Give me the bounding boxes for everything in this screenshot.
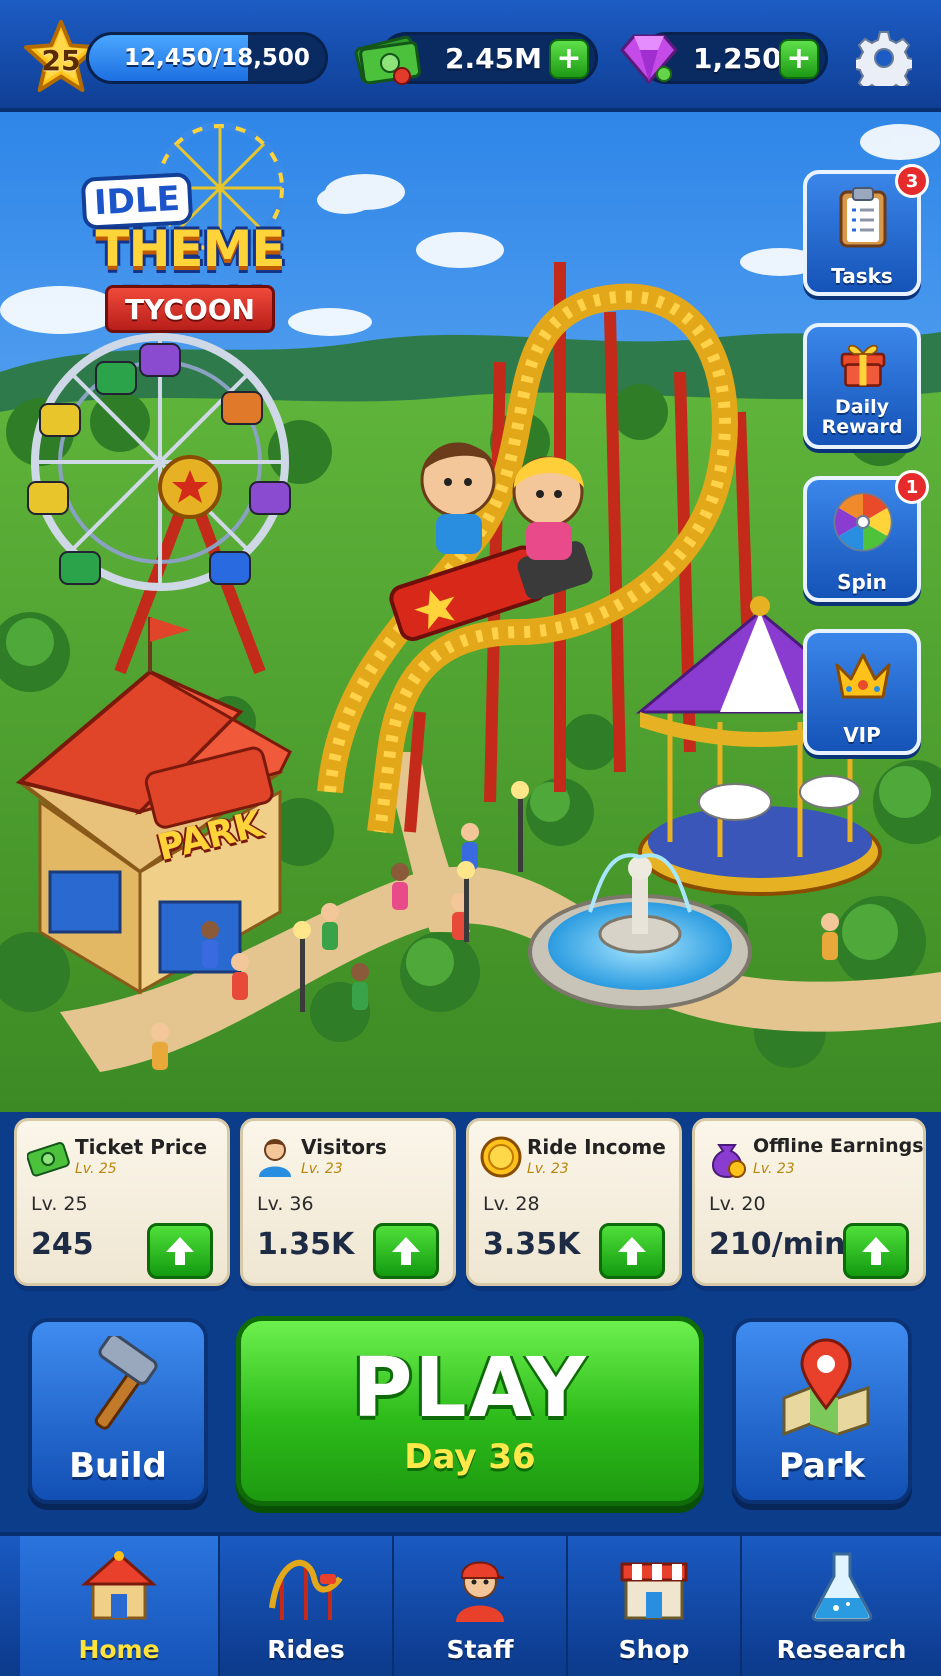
offline-earnings-value: 210/min bbox=[709, 1227, 846, 1262]
ride-income-title: Ride Income bbox=[527, 1135, 666, 1159]
visitors-value: 1.35K bbox=[257, 1227, 355, 1262]
spin-button[interactable]: Spin 1 bbox=[803, 470, 929, 602]
nav-staff-label: Staff bbox=[446, 1635, 514, 1664]
ride-income-upgrade-button[interactable] bbox=[599, 1223, 665, 1279]
arrow-up-icon bbox=[618, 1237, 646, 1265]
nav-home[interactable]: Home bbox=[20, 1536, 220, 1676]
ride-income-card: Ride Income Lv. 23 Lv. 28 3.35K bbox=[466, 1118, 682, 1286]
visitors-upgrade-button[interactable] bbox=[373, 1223, 439, 1279]
offline-earnings-card: Offline Earnings Lv. 23 Lv. 20 210/min bbox=[692, 1118, 926, 1286]
visitors-level: Lv. 36 bbox=[257, 1193, 314, 1215]
spin-badge: 1 bbox=[895, 470, 929, 504]
ticket-price-sublevel: Lv. 25 bbox=[75, 1161, 117, 1177]
xp-text: 12,450/18,500 bbox=[124, 45, 310, 71]
gem-icon bbox=[620, 34, 678, 84]
add-cash-button[interactable]: + bbox=[549, 39, 589, 79]
visitors-title: Visitors bbox=[301, 1135, 387, 1159]
daily-reward-label: Daily Reward bbox=[821, 396, 903, 438]
roller-coaster-icon bbox=[269, 1559, 343, 1620]
map-pin-icon bbox=[782, 1338, 870, 1436]
park-label: Park bbox=[778, 1446, 866, 1486]
add-gems-button[interactable]: + bbox=[779, 39, 819, 79]
build-label: Build bbox=[69, 1446, 167, 1486]
money-bag-icon bbox=[712, 1144, 746, 1179]
top-bar: 12,450/18,500 25 2.45M + 1,250 + bbox=[0, 0, 941, 112]
home-icon bbox=[81, 1551, 157, 1620]
ticket-price-upgrade-button[interactable] bbox=[147, 1223, 213, 1279]
cash-icon bbox=[27, 1142, 70, 1177]
ride-income-level: Lv. 28 bbox=[483, 1193, 540, 1215]
visitors-card: Visitors Lv. 23 Lv. 36 1.35K bbox=[240, 1118, 456, 1286]
play-day-label: Day 36 bbox=[404, 1437, 536, 1477]
nav-rides-label: Rides bbox=[267, 1635, 345, 1664]
cash-value: 2.45M bbox=[445, 41, 542, 75]
ride-income-value: 3.35K bbox=[483, 1227, 581, 1262]
offline-earnings-title: Offline Earnings bbox=[753, 1135, 924, 1157]
ticket-price-level: Lv. 25 bbox=[31, 1193, 88, 1215]
gems-value: 1,250 bbox=[693, 41, 782, 75]
visitor-icon bbox=[259, 1139, 291, 1177]
offline-earnings-upgrade-button[interactable] bbox=[843, 1223, 909, 1279]
offline-earnings-sublevel: Lv. 23 bbox=[753, 1161, 795, 1177]
settings-gear-icon[interactable] bbox=[856, 30, 912, 86]
arrow-up-icon bbox=[392, 1237, 420, 1265]
shop-icon bbox=[620, 1562, 688, 1620]
ticket-price-title: Ticket Price bbox=[75, 1135, 208, 1159]
spin-label: Spin bbox=[837, 570, 887, 594]
xp-bar: 12,450/18,500 bbox=[86, 32, 328, 84]
visitors-sublevel: Lv. 23 bbox=[301, 1161, 343, 1177]
clipboard-icon bbox=[839, 187, 887, 248]
play-button[interactable]: PLAY Day 36 bbox=[236, 1316, 704, 1506]
nav-rides[interactable]: Rides bbox=[220, 1536, 394, 1676]
logo-ribbon: TYCOON bbox=[105, 285, 275, 333]
nav-home-label: Home bbox=[78, 1635, 160, 1664]
build-button[interactable]: Build bbox=[28, 1318, 208, 1504]
daily-reward-button[interactable]: Daily Reward bbox=[803, 323, 921, 449]
nav-shop-label: Shop bbox=[618, 1635, 690, 1664]
level-number: 25 bbox=[41, 43, 81, 77]
tasks-badge: 3 bbox=[895, 164, 929, 198]
crown-icon bbox=[835, 653, 891, 699]
nav-research-label: Research bbox=[776, 1635, 907, 1664]
park-button[interactable]: Park bbox=[732, 1318, 912, 1504]
offline-earnings-level: Lv. 20 bbox=[709, 1193, 766, 1215]
tasks-button[interactable]: Tasks 3 bbox=[803, 164, 929, 296]
bottom-nav: Home Rides Staff Shop Research bbox=[0, 1532, 941, 1676]
gift-icon bbox=[840, 344, 886, 387]
flask-icon bbox=[811, 1552, 872, 1622]
nav-research[interactable]: Research bbox=[742, 1536, 941, 1676]
tasks-label: Tasks bbox=[831, 264, 893, 288]
coin-icon bbox=[480, 1136, 522, 1178]
play-label: PLAY bbox=[352, 1341, 588, 1436]
vip-label: VIP bbox=[843, 723, 881, 747]
vip-button[interactable]: VIP bbox=[803, 629, 921, 755]
ride-income-sublevel: Lv. 23 bbox=[527, 1161, 569, 1177]
hammer-icon bbox=[94, 1336, 158, 1430]
nav-shop[interactable]: Shop bbox=[568, 1536, 742, 1676]
nav-staff[interactable]: Staff bbox=[394, 1536, 568, 1676]
cash-icon bbox=[354, 35, 422, 85]
arrow-up-icon bbox=[166, 1237, 194, 1265]
ticket-price-card: Ticket Price Lv. 25 Lv. 25 245 bbox=[14, 1118, 230, 1286]
staff-icon bbox=[456, 1561, 505, 1622]
arrow-up-icon bbox=[862, 1237, 890, 1265]
spin-wheel-icon bbox=[833, 492, 893, 552]
ticket-price-value: 245 bbox=[31, 1227, 94, 1262]
